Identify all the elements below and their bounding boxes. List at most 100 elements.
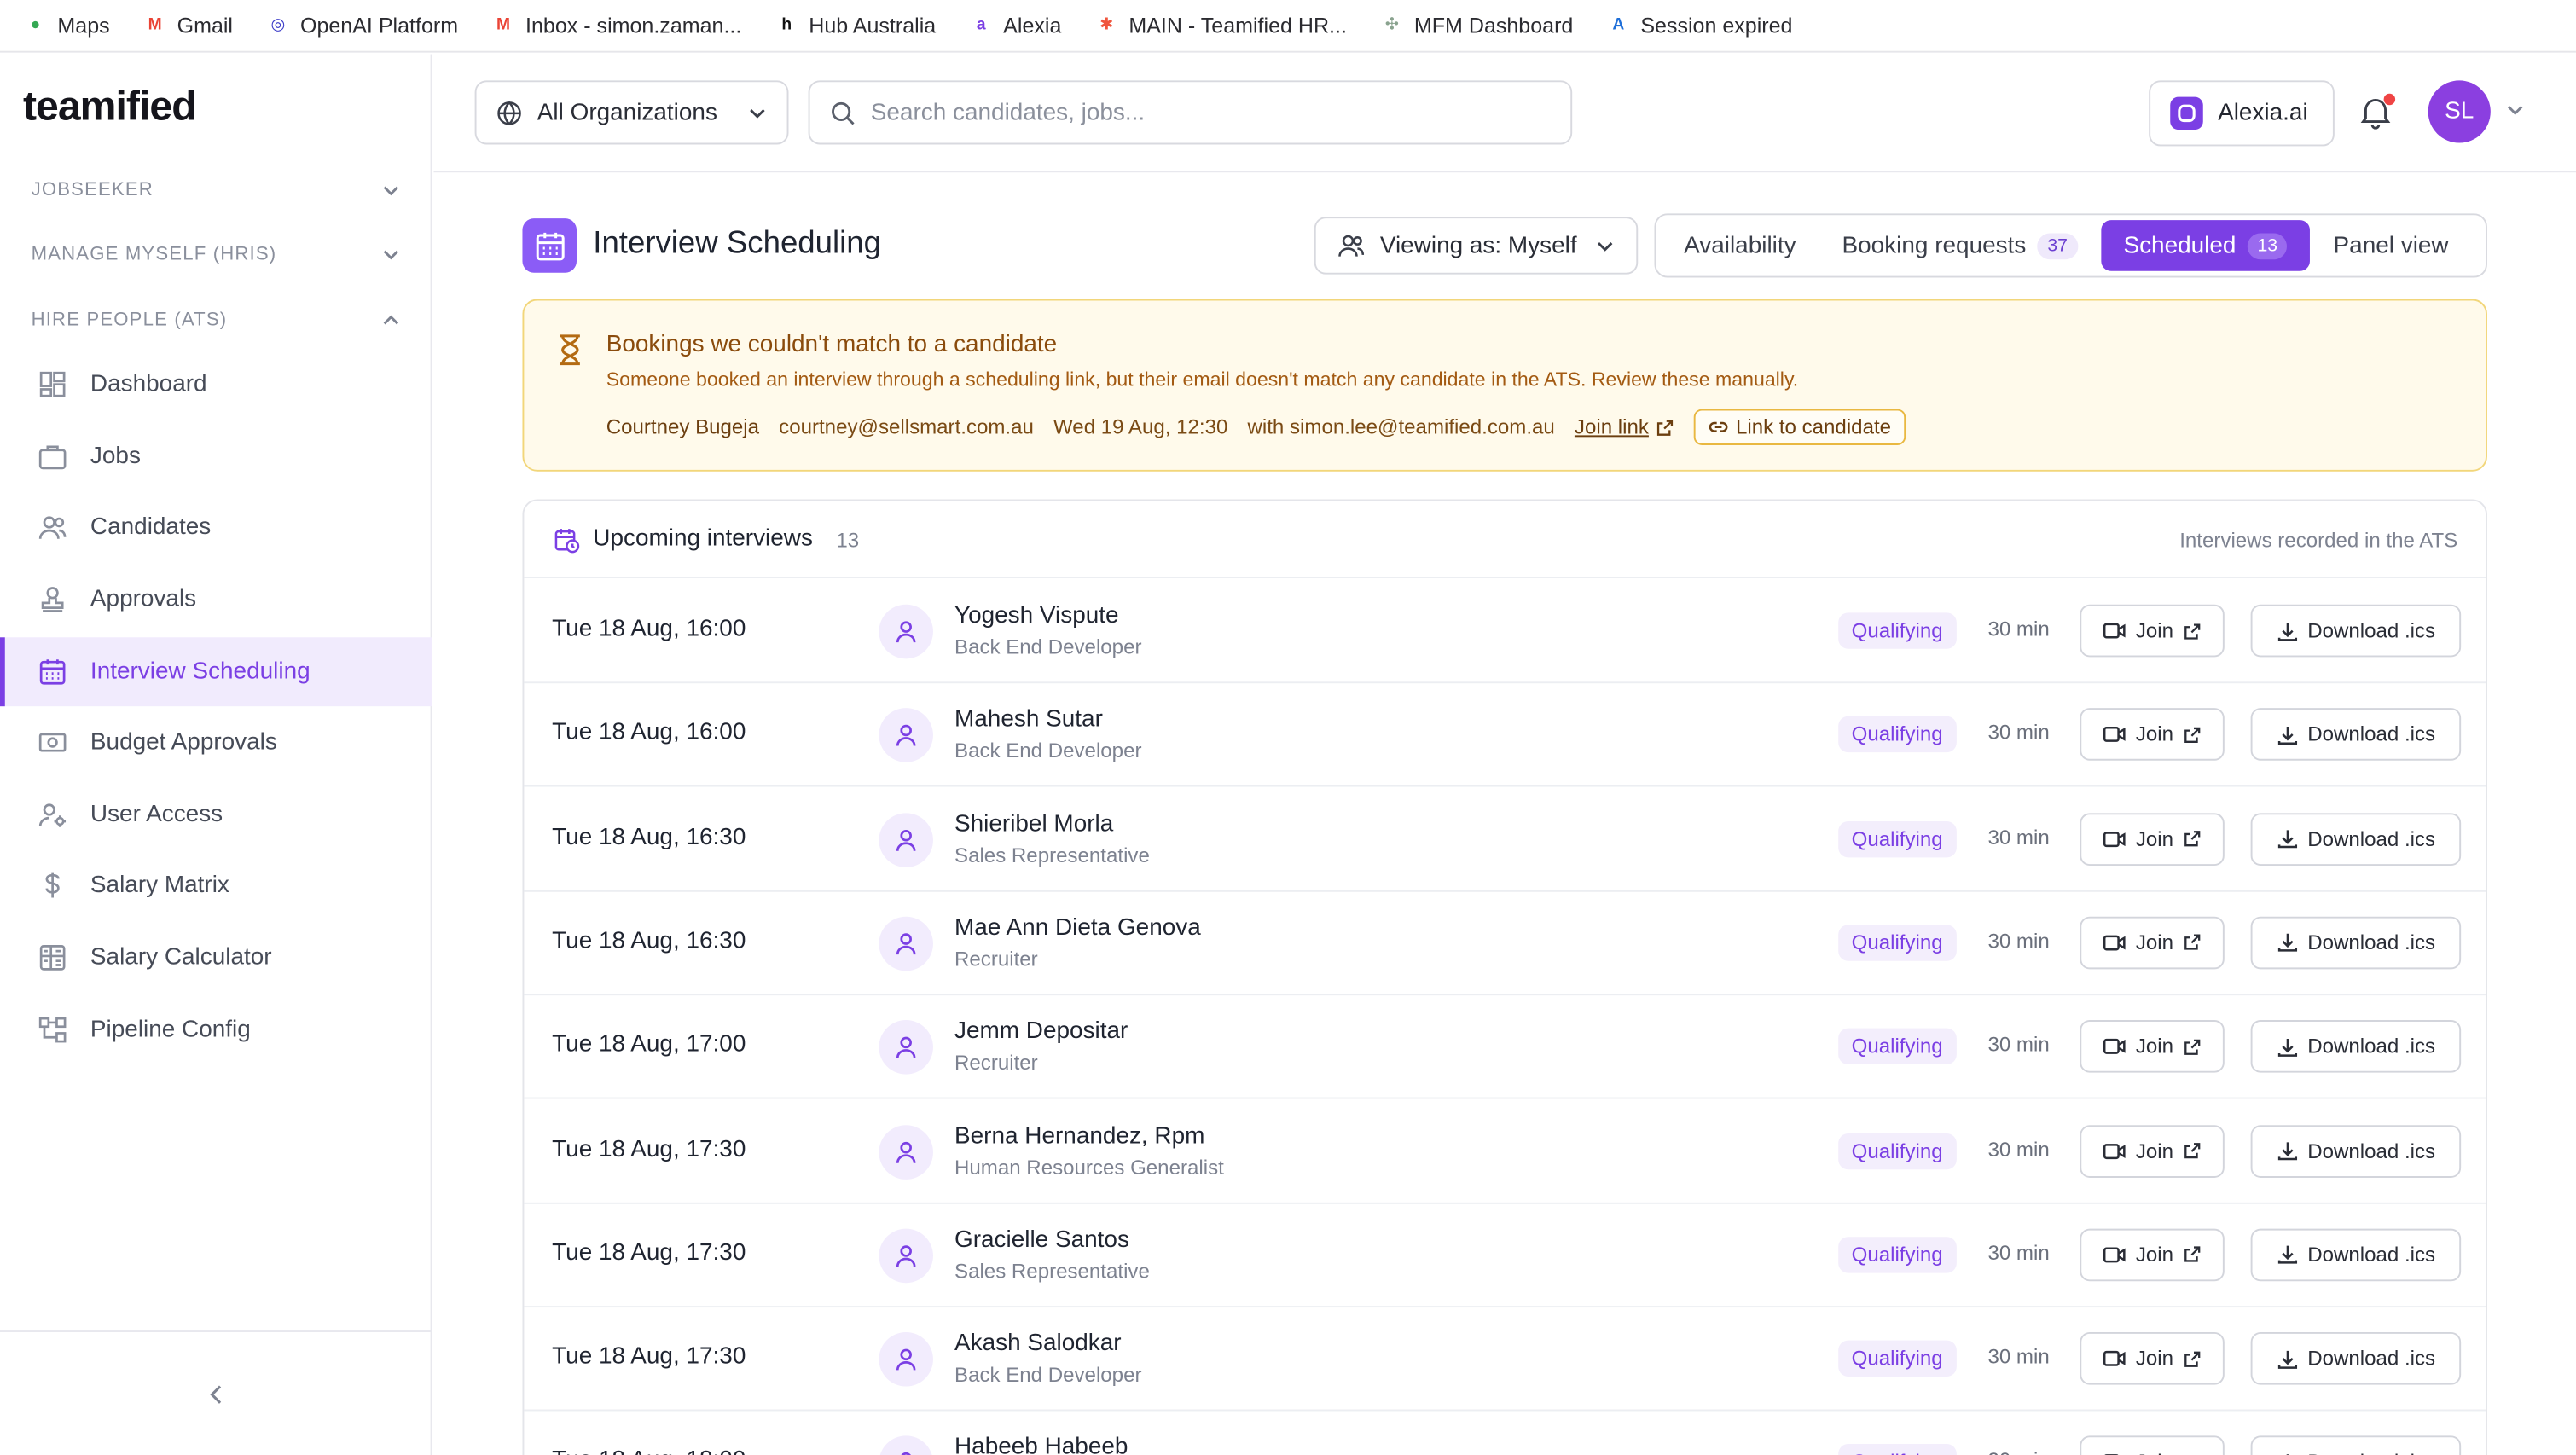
candidate-name[interactable]: Akash Salodkar: [954, 1330, 1122, 1357]
link-to-candidate-button[interactable]: Link to candidate: [1692, 409, 1906, 445]
join-button[interactable]: Join: [2080, 1332, 2225, 1385]
candidate-avatar: [879, 604, 933, 659]
interview-row: Tue 18 Aug, 18:00 Habeeb Habeeb Qualifying…: [524, 1412, 2486, 1455]
candidate-name[interactable]: Habeeb Habeeb: [954, 1435, 1128, 1455]
bookmark-item[interactable]: M Gmail: [142, 13, 233, 38]
download-ics-button[interactable]: Download .ics: [2250, 1436, 2462, 1455]
bookmark-item[interactable]: a Alexia: [969, 13, 1062, 38]
user-icon: [896, 1036, 916, 1058]
join-button[interactable]: Join: [2080, 916, 2225, 970]
download-ics-button[interactable]: Download .ics: [2250, 916, 2462, 970]
sidebar-item-salary-calculator[interactable]: Salary Calculator: [0, 923, 432, 992]
sidebar-item-dashboard[interactable]: Dashboard: [0, 350, 432, 419]
candidate-name[interactable]: Berna Hernandez, Rpm: [954, 1122, 1204, 1149]
join-label: Join: [2135, 1347, 2174, 1371]
download-ics-button[interactable]: Download .ics: [2250, 1020, 2462, 1074]
alexia-button[interactable]: Alexia.ai: [2149, 80, 2335, 147]
user-avatar[interactable]: SL: [2428, 80, 2491, 143]
collapse-sidebar-icon[interactable]: [205, 1383, 228, 1406]
join-button[interactable]: Join: [2080, 1020, 2225, 1074]
interview-duration: 30 min: [1987, 1241, 2050, 1265]
interview-time: Tue 18 Aug, 17:30: [552, 1135, 746, 1162]
join-button[interactable]: Join: [2080, 708, 2225, 762]
logo[interactable]: teamified: [23, 84, 197, 131]
bookmark-item[interactable]: ✣ MFM Dashboard: [1379, 13, 1574, 38]
section-manage-myself[interactable]: MANAGE MYSELF (HRIS): [32, 245, 401, 264]
section-jobseeker[interactable]: JOBSEEKER: [32, 181, 401, 200]
notifications-button[interactable]: [2358, 93, 2397, 133]
download-ics-button[interactable]: Download .ics: [2250, 708, 2462, 762]
dashboard-icon: [39, 371, 66, 397]
viewing-as-select[interactable]: Viewing as: Myself: [1314, 217, 1639, 275]
join-link[interactable]: Join link: [1575, 415, 1674, 438]
bookmark-item[interactable]: ◎ OpenAI Platform: [266, 13, 459, 38]
sidebar-item-label: User Access: [90, 801, 223, 828]
tab-booking-requests[interactable]: Booking requests 37: [1819, 220, 2101, 271]
join-button[interactable]: Join: [2080, 1124, 2225, 1177]
chevron-down-icon: [383, 250, 399, 260]
user-icon: [896, 1140, 916, 1162]
download-ics-button[interactable]: Download .ics: [2250, 1228, 2462, 1281]
download-ics-button[interactable]: Download .ics: [2250, 604, 2462, 658]
sidebar-item-label: Interview Scheduling: [90, 658, 310, 686]
sidebar-item-salary-matrix[interactable]: Salary Matrix: [0, 851, 432, 920]
candidate-name[interactable]: Yogesh Vispute: [954, 603, 1119, 629]
sidebar-item-interview-scheduling[interactable]: Interview Scheduling: [0, 637, 432, 707]
sidebar-item-approvals[interactable]: Approvals: [0, 565, 432, 635]
chevron-up-icon: [383, 315, 399, 325]
user-icon: [896, 933, 916, 955]
candidate-name[interactable]: Mae Ann Dieta Genova: [954, 915, 1201, 942]
candidate-name[interactable]: Jemm Depositar: [954, 1018, 1128, 1045]
tab-scheduled[interactable]: Scheduled 13: [2100, 220, 2311, 271]
user-icon: [896, 725, 916, 747]
sidebar-item-candidates[interactable]: Candidates: [0, 493, 432, 562]
bookmark-label: MFM Dashboard: [1413, 13, 1574, 38]
candidate-avatar: [879, 708, 933, 763]
join-button[interactable]: Join: [2080, 1436, 2225, 1455]
sidebar-item-budget-approvals[interactable]: Budget Approvals: [0, 708, 432, 777]
candidate-name[interactable]: Mahesh Sutar: [954, 707, 1103, 733]
mfm-icon: ✣: [1384, 16, 1399, 35]
tab-count-badge: 13: [2247, 232, 2288, 259]
chevron-down-icon[interactable]: [2505, 100, 2525, 119]
candidate-role: Recruiter: [954, 948, 1038, 971]
tab-availability[interactable]: Availability: [1661, 220, 1819, 271]
bookmark-item[interactable]: ● Maps: [23, 13, 110, 38]
organization-select[interactable]: All Organizations: [474, 80, 789, 145]
scheduling-tabs: Availability Booking requests 37 Scheduled 1…: [1654, 213, 2487, 278]
candidate-avatar: [879, 1228, 933, 1283]
briefcase-icon: [38, 445, 67, 470]
bookmark-label: Inbox - simon.zaman...: [525, 13, 742, 38]
gmail-icon: M: [496, 16, 511, 35]
download-ics-button[interactable]: Download .ics: [2250, 1332, 2462, 1385]
join-button[interactable]: Join: [2080, 812, 2225, 866]
sidebar-item-jobs[interactable]: Jobs: [0, 422, 432, 491]
candidate-avatar: [879, 1020, 933, 1075]
bookmark-item[interactable]: h Hub Australia: [775, 13, 936, 38]
search-input[interactable]: Search candidates, jobs...: [808, 80, 1573, 145]
sidebar-item-pipeline-config[interactable]: Pipeline Config: [0, 995, 432, 1064]
section-hire-people[interactable]: HIRE PEOPLE (ATS): [32, 310, 401, 330]
booking-host: with simon.lee@teamified.com.au: [1247, 415, 1555, 439]
bookmark-item[interactable]: M Inbox - simon.zaman...: [491, 13, 742, 38]
sidebar-footer: [0, 1330, 432, 1455]
bookmark-item[interactable]: ✱ MAIN - Teamified HR...: [1094, 13, 1347, 38]
top-header: All Organizations Search candidates, job…: [433, 54, 2576, 173]
join-button[interactable]: Join: [2080, 1228, 2225, 1281]
tab-panel-view[interactable]: Panel view: [2311, 220, 2472, 271]
bookmark-label: Alexia: [1003, 13, 1062, 38]
user-icon: [902, 1452, 911, 1455]
video-icon: [2103, 1143, 2126, 1159]
bookmark-item[interactable]: A Session expired: [1606, 13, 1792, 38]
chevron-down-icon: [383, 186, 399, 196]
join-button[interactable]: Join: [2080, 604, 2225, 658]
download-icon: [2277, 1038, 2297, 1057]
sidebar-item-label: Dashboard: [90, 371, 207, 398]
sidebar-item-user-access[interactable]: User Access: [0, 780, 432, 849]
candidate-name[interactable]: Gracielle Santos: [954, 1226, 1129, 1253]
download-ics-button[interactable]: Download .ics: [2250, 812, 2462, 866]
sidebar-item-label: Salary Matrix: [90, 872, 229, 899]
candidate-name[interactable]: Shieribel Morla: [954, 811, 1113, 838]
download-ics-label: Download .ics: [2307, 1139, 2436, 1162]
download-ics-button[interactable]: Download .ics: [2250, 1124, 2462, 1177]
